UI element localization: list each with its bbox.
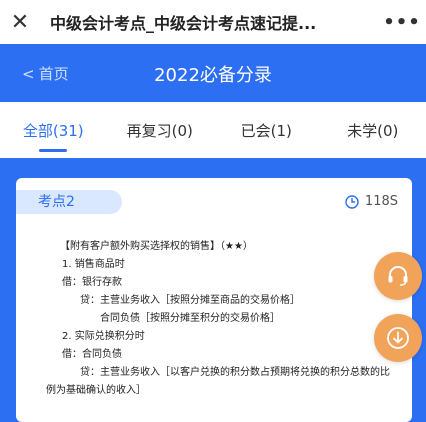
content-line: 【附有客户额外购买选择权的销售】（★★） xyxy=(60,241,253,252)
close-icon[interactable]: ✕ xyxy=(0,10,40,35)
point-badge: 考点2 xyxy=(16,190,122,214)
page-header: < 首页 2022必备分录 xyxy=(0,44,426,102)
content-line: 贷：主营业务收入［以客户兑换的积分数占预期将兑换的积分总数的比 xyxy=(80,367,390,378)
top-bar: ✕ 中级会计考点_中级会计考点速记提... ••• xyxy=(0,0,426,44)
tab-label: 全部(31) xyxy=(22,122,84,140)
window-title: 中级会计考点_中级会计考点速记提... xyxy=(50,14,317,33)
content-line: 借：银行存款 xyxy=(62,277,122,288)
tab-learned[interactable]: 已会(1) xyxy=(213,102,320,158)
headset-button[interactable] xyxy=(374,252,422,300)
tab-bar: 全部(31) 再复习(0) 已会(1) 未学(0) xyxy=(0,102,426,158)
content-line: 2. 实际兑换积分时 xyxy=(62,331,145,342)
timer-value: 118S xyxy=(364,194,398,209)
tab-all[interactable]: 全部(31) xyxy=(0,102,107,158)
active-tab-indicator xyxy=(39,149,68,152)
content-line: 合同负债［按照分摊至积分的交易价格］ xyxy=(100,313,280,324)
tab-label: 已会(1) xyxy=(240,122,292,140)
tab-label: 未学(0) xyxy=(347,122,399,140)
download-button[interactable] xyxy=(374,314,422,362)
clock-icon xyxy=(345,194,359,209)
content-line: 例为基础确认的收入］ xyxy=(46,385,146,396)
content-line: 1. 销售商品时 xyxy=(62,259,125,270)
content-line: 借：合同负债 xyxy=(62,349,122,360)
headset-icon xyxy=(388,266,408,286)
card-content: 【附有客户额外购买选择权的销售】（★★） 1. 销售商品时 借：银行存款 贷：主… xyxy=(46,238,410,400)
more-menu-button[interactable]: ••• xyxy=(378,12,426,33)
page-title: 2022必备分录 xyxy=(154,65,272,86)
tab-review-again[interactable]: 再复习(0) xyxy=(107,102,214,158)
download-icon xyxy=(387,327,409,349)
tab-not-learned[interactable]: 未学(0) xyxy=(320,102,426,158)
timer: 118S xyxy=(345,194,398,209)
content-line: 贷：主营业务收入［按照分摊至商品的交易价格］ xyxy=(80,295,300,306)
tab-label: 再复习(0) xyxy=(126,122,193,140)
